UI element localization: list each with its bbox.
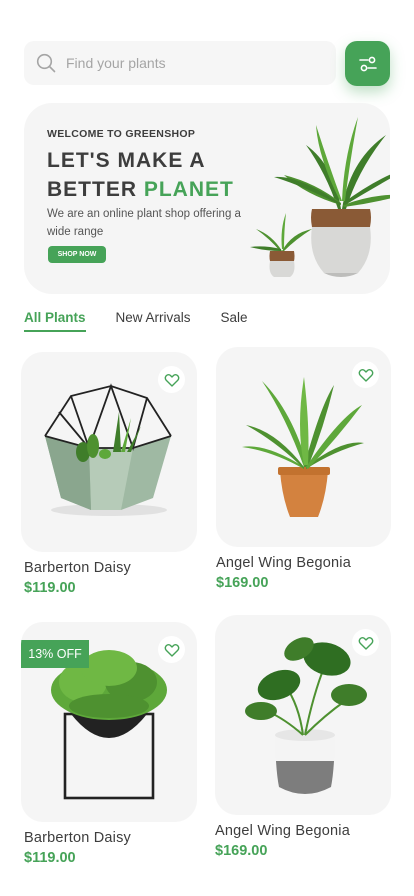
tab-sale[interactable]: Sale bbox=[221, 310, 248, 332]
banner-headline-line2: BETTER PLANET bbox=[47, 175, 234, 204]
product-price: $169.00 bbox=[215, 843, 268, 859]
banner-description: We are an online plant shop offering a w… bbox=[47, 208, 241, 238]
product-price: $119.00 bbox=[24, 580, 76, 596]
product-name[interactable]: Barberton Daisy bbox=[24, 560, 131, 576]
filter-button[interactable] bbox=[345, 41, 390, 86]
heart-icon bbox=[164, 373, 179, 387]
favorite-button[interactable] bbox=[158, 636, 185, 663]
tab-all-plants[interactable]: All Plants bbox=[24, 310, 86, 332]
category-tabs: All Plants New Arrivals Sale bbox=[24, 310, 278, 332]
banner-plants-image bbox=[250, 117, 390, 277]
sliders-icon bbox=[358, 56, 377, 71]
product-price: $169.00 bbox=[216, 575, 269, 591]
banner-headline-planet: PLANET bbox=[143, 178, 234, 201]
banner-welcome-text: WELCOME TO GREENSHOP bbox=[47, 128, 196, 140]
favorite-button[interactable] bbox=[158, 366, 185, 393]
shop-now-button[interactable]: SHOP NOW bbox=[48, 246, 106, 263]
heart-icon bbox=[164, 643, 179, 657]
product-card[interactable]: 13% OFF bbox=[21, 622, 197, 822]
search-bar[interactable] bbox=[24, 41, 336, 85]
banner-headline-better: BETTER bbox=[47, 178, 137, 201]
favorite-button[interactable] bbox=[352, 629, 379, 656]
banner-headline: LET'S MAKE A BETTER PLANET bbox=[47, 146, 234, 204]
favorite-button[interactable] bbox=[352, 361, 379, 388]
product-card[interactable] bbox=[215, 615, 391, 815]
product-price: $119.00 bbox=[24, 850, 76, 866]
product-name[interactable]: Barberton Daisy bbox=[24, 830, 131, 846]
heart-icon bbox=[358, 368, 373, 382]
search-icon bbox=[36, 53, 56, 73]
heart-icon bbox=[358, 636, 373, 650]
search-input[interactable] bbox=[66, 55, 306, 71]
tab-new-arrivals[interactable]: New Arrivals bbox=[116, 310, 191, 332]
banner-headline-line1: LET'S MAKE A bbox=[47, 149, 206, 172]
product-card[interactable] bbox=[216, 347, 391, 547]
product-name[interactable]: Angel Wing Begonia bbox=[216, 555, 351, 571]
product-name[interactable]: Angel Wing Begonia bbox=[215, 823, 350, 839]
product-card[interactable] bbox=[21, 352, 197, 552]
discount-badge: 13% OFF bbox=[21, 640, 89, 668]
hero-banner: WELCOME TO GREENSHOP LET'S MAKE A BETTER… bbox=[24, 103, 390, 294]
